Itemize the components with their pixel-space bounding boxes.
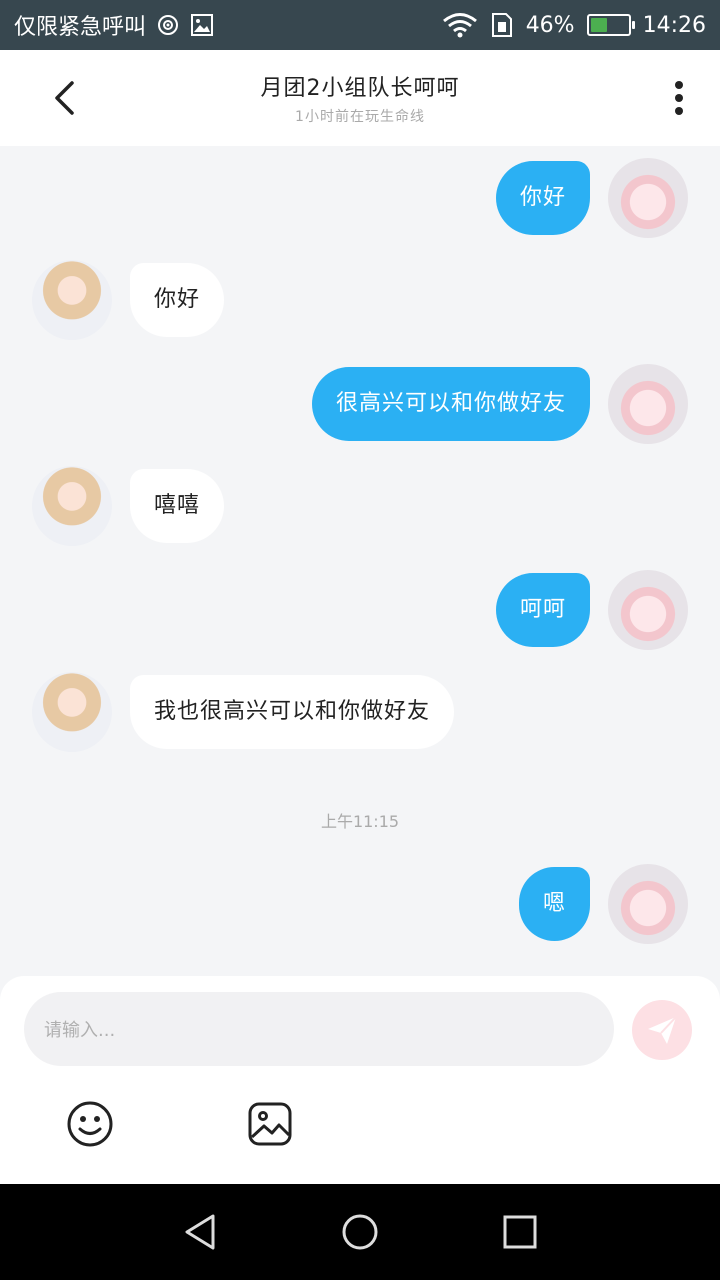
chat-subtitle: 1小时前在玩生命线 <box>295 109 425 125</box>
message-row: 很高兴可以和你做好友 <box>311 364 688 444</box>
image-button[interactable] <box>244 1098 296 1150</box>
system-nav-bar <box>0 1184 720 1280</box>
self-avatar[interactable] <box>608 864 688 944</box>
nav-back-button[interactable] <box>170 1202 230 1262</box>
message-row: 我也很高兴可以和你做好友 <box>32 672 455 752</box>
carrier-text: 仅限紧急呼叫 <box>14 15 147 40</box>
contact-avatar[interactable] <box>32 260 112 340</box>
emoji-icon <box>67 1101 113 1147</box>
message-bubble[interactable]: 嘻嘻 <box>130 469 225 543</box>
send-icon <box>648 1016 677 1044</box>
message-timestamp: 上午11:15 <box>320 812 400 831</box>
nav-home-button[interactable] <box>330 1202 390 1262</box>
battery-fill <box>590 18 608 32</box>
message-bubble[interactable]: 很高兴可以和你做好友 <box>311 367 590 441</box>
contact-avatar[interactable] <box>32 466 112 546</box>
emoji-button[interactable] <box>64 1098 116 1150</box>
more-options-button[interactable] <box>664 76 694 120</box>
message-bubble[interactable]: 你好 <box>130 263 225 337</box>
wifi-icon <box>442 12 478 38</box>
triangle-back-icon <box>185 1214 215 1250</box>
more-vertical-icon <box>675 81 683 115</box>
status-bar: 仅限紧急呼叫 46% 14:26 <box>0 0 720 50</box>
battery-percent: 46% <box>525 12 575 38</box>
send-button[interactable] <box>632 1000 692 1060</box>
nfc-icon <box>156 13 180 37</box>
message-bubble[interactable]: 嗯 <box>518 867 590 941</box>
gallery-notification-icon <box>190 13 214 37</box>
image-icon <box>248 1102 292 1146</box>
message-row: 你好 <box>32 260 225 340</box>
square-recents-icon <box>503 1215 537 1249</box>
message-row: 嘻嘻 <box>32 466 225 546</box>
input-panel: 请输入... <box>0 976 720 1184</box>
message-bubble[interactable]: 你好 <box>495 161 590 235</box>
sim-card-icon <box>490 12 514 38</box>
circle-home-icon <box>342 1214 378 1250</box>
self-avatar[interactable] <box>608 570 688 650</box>
self-avatar[interactable] <box>608 158 688 238</box>
message-row: 呵呵 <box>495 570 688 650</box>
contact-avatar[interactable] <box>32 672 112 752</box>
nav-recents-button[interactable] <box>490 1202 550 1262</box>
back-button[interactable] <box>44 76 84 120</box>
clock: 14:26 <box>642 12 706 38</box>
chat-title: 月团2小组队长呵呵 <box>260 76 460 101</box>
message-bubble[interactable]: 我也很高兴可以和你做好友 <box>130 675 455 749</box>
message-list[interactable]: 你好 你好 很高兴可以和你做好友 嘻嘻 呵呵 我也很高兴可以和你做好友 上午11… <box>0 146 720 976</box>
chevron-left-icon <box>55 81 74 115</box>
self-avatar[interactable] <box>608 364 688 444</box>
message-input[interactable]: 请输入... <box>24 992 614 1066</box>
chat-header: 月团2小组队长呵呵 1小时前在玩生命线 <box>0 50 720 146</box>
message-bubble[interactable]: 呵呵 <box>495 573 590 647</box>
message-row: 你好 <box>495 158 688 238</box>
message-row: 嗯 <box>518 864 688 944</box>
battery-icon <box>586 14 635 36</box>
